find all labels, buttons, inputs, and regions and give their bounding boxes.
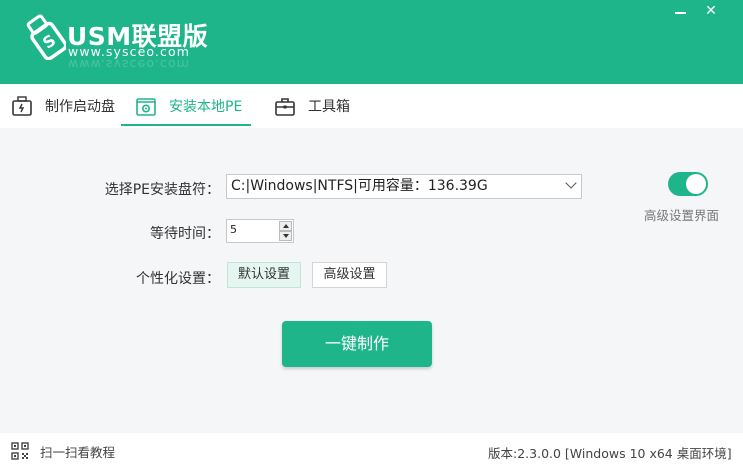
default-settings-button[interactable]: 默认设置 bbox=[227, 262, 301, 288]
footer: 扫一扫看教程 版本:2.3.0.0 [Windows 10 x64 桌面环境] bbox=[0, 433, 743, 467]
active-tab-indicator bbox=[121, 124, 251, 126]
tab-label: 制作启动盘 bbox=[45, 99, 115, 115]
tab-label: 工具箱 bbox=[308, 99, 350, 115]
usb-drive-icon bbox=[12, 96, 32, 116]
toolbox-icon bbox=[275, 98, 295, 116]
advanced-settings-button[interactable]: 高级设置 bbox=[312, 262, 387, 288]
wait-time-value[interactable]: 5 bbox=[230, 223, 237, 236]
partition-label: 选择PE安装盘符： bbox=[104, 182, 220, 198]
version-text: 版本:2.3.0.0 [Windows 10 x64 桌面环境] bbox=[488, 446, 732, 461]
partition-value: C:|Windows|NTFS|可用容量：136.39G bbox=[231, 178, 488, 194]
qr-code-icon bbox=[11, 442, 29, 460]
spin-buttons bbox=[279, 221, 292, 241]
tab-label: 安装本地PE bbox=[169, 99, 243, 115]
spin-down-button[interactable] bbox=[279, 231, 292, 241]
minimize-icon bbox=[675, 12, 686, 14]
usb-logo-icon: S bbox=[26, 14, 66, 60]
spin-up-button[interactable] bbox=[279, 221, 292, 231]
close-button[interactable]: ✕ bbox=[700, 1, 722, 21]
close-icon: ✕ bbox=[705, 3, 717, 19]
wait-time-label: 等待时间： bbox=[150, 226, 220, 242]
custom-settings-label: 个性化设置： bbox=[136, 271, 220, 287]
tab-bar: 制作启动盘 安装本地PE 工具箱 bbox=[0, 84, 743, 128]
one-click-make-button[interactable]: 一键制作 bbox=[282, 321, 432, 367]
toggle-knob bbox=[686, 174, 706, 194]
gear-box-icon bbox=[136, 98, 156, 116]
wait-time-stepper[interactable]: 5 bbox=[226, 219, 294, 243]
app-url-reflection: www.sysceo.com bbox=[68, 57, 190, 72]
advanced-ui-toggle[interactable] bbox=[668, 172, 708, 196]
app-header: S USM联盟版 www.sysceo.com www.sysceo.com ✕ bbox=[0, 0, 743, 84]
tab-make-boot-disk[interactable]: 制作启动盘 bbox=[11, 84, 115, 128]
scan-tutorial-link[interactable]: 扫一扫看教程 bbox=[40, 442, 115, 461]
minimize-button[interactable] bbox=[670, 1, 692, 21]
advanced-ui-label: 高级设置界面 bbox=[644, 208, 720, 223]
tab-install-local-pe[interactable]: 安装本地PE bbox=[135, 84, 242, 128]
tab-toolbox[interactable]: 工具箱 bbox=[274, 84, 350, 128]
partition-select[interactable]: C:|Windows|NTFS|可用容量：136.39G bbox=[226, 174, 582, 199]
chevron-down-icon bbox=[565, 177, 577, 189]
